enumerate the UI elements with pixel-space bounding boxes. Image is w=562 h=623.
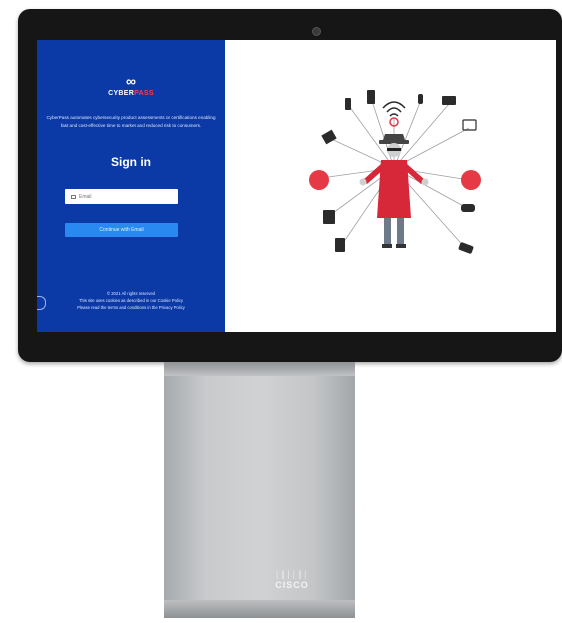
cyberpass-logo: ∞ CYBERPASS [37,74,225,97]
copyright-text: © 2021 All rights reserved [106,291,155,296]
device-screen: ∞ CYBERPASS CyberPass automates cybersec… [37,40,556,332]
robot-icon [323,210,335,224]
group-icon [461,170,481,190]
hacker-illustration [309,90,481,254]
login-panel: ∞ CYBERPASS CyberPass automates cybersec… [37,40,225,332]
wifi-icon [382,101,406,117]
person-settings-icon [309,170,329,190]
smart-speaker-icon [345,98,351,110]
cisco-wordmark: CISCO [275,580,309,590]
security-camera-icon [458,242,474,254]
logo-text-accent: PASS [134,90,154,97]
cisco-bars-icon: │║││║│ [275,572,309,579]
infinity-icon: ∞ [126,73,136,89]
laptop-icon [442,96,456,105]
logo-text-main: CYBER [108,90,135,97]
gamepad-icon [461,204,475,212]
email-field[interactable] [65,189,178,204]
mail-icon [71,194,76,199]
stand-neck-shadow [164,362,355,376]
continue-with-email-button[interactable]: Continue with Email [65,223,178,237]
login-footer: © 2021 All rights reserved This site use… [37,290,225,311]
email-input[interactable] [79,193,169,200]
speaker-stand [164,362,355,618]
tagline: CyberPass automates cybersecurity produc… [46,115,216,128]
phone-icon [367,90,375,104]
cookie-policy-text: This site uses cookies as described in o… [78,298,184,303]
hacker-figure [359,134,429,248]
logo-text: CYBERPASS [37,90,225,97]
tv-icon [462,119,477,131]
microphone-icon [418,94,423,104]
privacy-policy-text: Please read the terms and conditions in … [77,305,185,310]
camera-lens [312,27,321,36]
sign-in-heading: Sign in [111,155,151,169]
cisco-logo: │║││║│ CISCO [262,572,322,590]
satellite-icon [321,129,337,145]
smart-plug-icon [335,238,345,252]
